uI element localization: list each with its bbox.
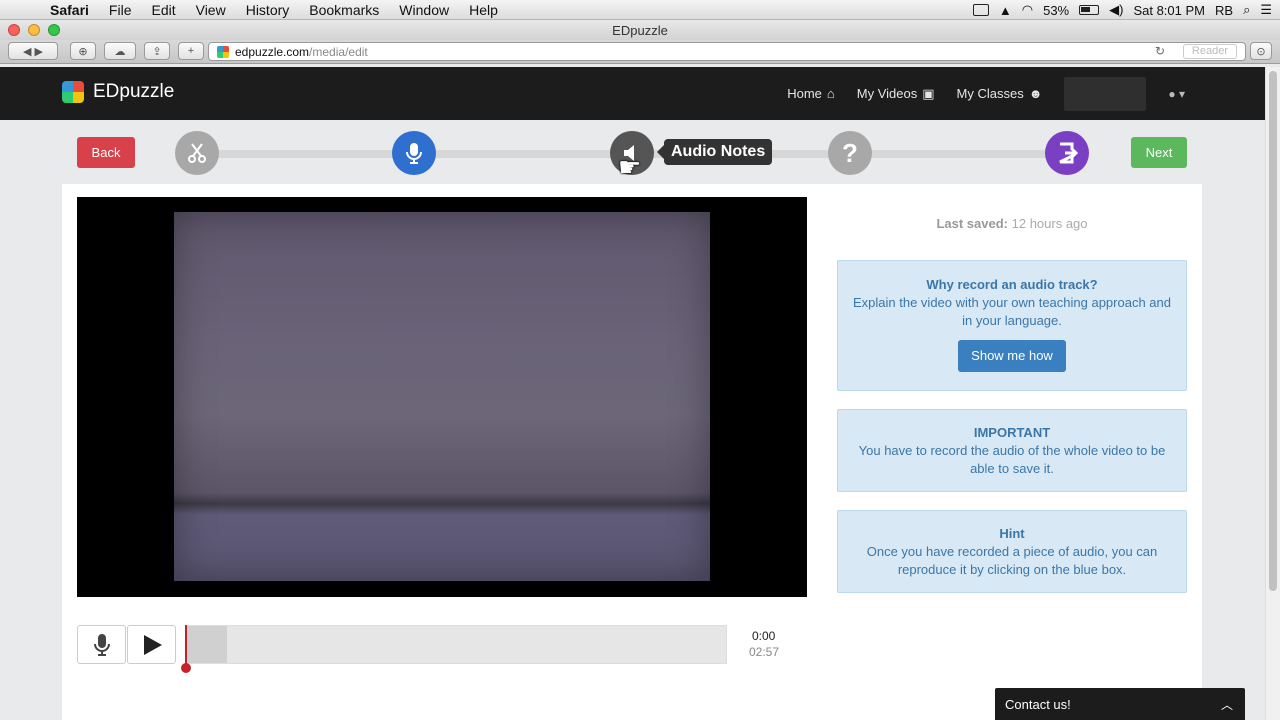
menu-history[interactable]: History <box>236 2 300 18</box>
exit-icon <box>1059 142 1079 164</box>
sidebar-icon[interactable]: ⊕ <box>70 42 96 60</box>
menu-bookmarks[interactable]: Bookmarks <box>299 2 389 18</box>
info-box-hint: Hint Once you have recorded a piece of a… <box>837 510 1187 593</box>
info-title: Why record an audio track? <box>926 277 1098 292</box>
browser-toolbar: ◀ ▶ ⊕ ☁ ⇪ + edpuzzle.com/media/edit ↻ Re… <box>0 40 1280 64</box>
info-title: IMPORTANT <box>973 425 1051 440</box>
close-window-button[interactable] <box>8 24 20 36</box>
total-time: 02:57 <box>749 645 780 659</box>
address-bar[interactable]: edpuzzle.com/media/edit ↻ Reader <box>208 42 1246 61</box>
question-icon: ? <box>842 137 858 168</box>
info-box-why-record: Why record an audio track? Explain the v… <box>837 260 1187 391</box>
microphone-icon <box>406 143 422 164</box>
step-voiceover[interactable] <box>392 131 436 175</box>
last-saved-value: 12 hours ago <box>1011 216 1088 231</box>
menu-edit[interactable]: Edit <box>141 2 185 18</box>
drive-icon[interactable]: ▲ <box>999 3 1012 18</box>
menu-safari[interactable]: Safari <box>40 2 99 18</box>
reload-icon[interactable]: ↻ <box>1155 44 1165 58</box>
back-forward-buttons[interactable]: ◀ ▶ <box>8 42 58 60</box>
zoom-window-button[interactable] <box>48 24 60 36</box>
url-path: /media/edit <box>309 44 368 59</box>
battery-percent[interactable]: 53% <box>1043 3 1069 18</box>
step-quiz[interactable]: ? <box>828 131 872 175</box>
menu-help[interactable]: Help <box>459 2 508 18</box>
puzzle-logo-icon <box>62 81 84 103</box>
next-button[interactable]: Next <box>1131 137 1187 168</box>
scrollbar-thumb[interactable] <box>1269 71 1277 591</box>
site-favicon-icon <box>217 45 229 58</box>
contact-us-widget[interactable]: Contact us! ︿ <box>995 688 1245 720</box>
playhead[interactable] <box>185 625 187 665</box>
step-cut[interactable] <box>175 131 219 175</box>
nav-my-videos-label: My Videos <box>856 86 918 101</box>
back-button[interactable]: Back <box>77 137 135 168</box>
clock[interactable]: Sat 8:01 PM <box>1133 3 1205 18</box>
play-icon <box>143 634 162 655</box>
video-frame <box>174 212 710 581</box>
last-saved: Last saved: 12 hours ago <box>837 216 1187 231</box>
chevron-up-icon: ︿ <box>1220 698 1233 712</box>
menu-view[interactable]: View <box>186 2 236 18</box>
hand-cursor-icon: ☛ <box>618 152 642 182</box>
record-button[interactable] <box>77 625 126 664</box>
scissors-icon <box>188 143 206 163</box>
window-title: EDpuzzle <box>612 22 668 38</box>
current-time: 0:00 <box>752 629 776 643</box>
brand-logo[interactable]: EDpuzzle <box>62 81 174 103</box>
contact-label: Contact us! <box>1005 696 1071 712</box>
video-icon: ▣ <box>922 85 935 101</box>
nav-home-label: Home <box>787 86 822 101</box>
recorded-segment[interactable] <box>187 626 227 663</box>
nav-my-videos[interactable]: My Videos ▣ <box>857 86 935 102</box>
nav-home[interactable]: Home ⌂ <box>787 86 835 101</box>
info-body: Once you have recorded a piece of audio,… <box>866 544 1158 577</box>
info-body: You have to record the audio of the whol… <box>858 443 1166 476</box>
new-tab-icon[interactable]: + <box>178 42 204 60</box>
user-name-redacted[interactable] <box>1064 76 1147 111</box>
macos-menubar: Safari File Edit View History Bookmarks … <box>0 0 1280 20</box>
step-tooltip: Audio Notes <box>656 139 773 165</box>
minimize-window-button[interactable] <box>28 24 40 36</box>
info-body: Explain the video with your own teaching… <box>853 295 1171 328</box>
page-scrollbar[interactable] <box>1265 67 1280 720</box>
share-icon[interactable]: ⇪ <box>144 42 170 60</box>
window-titlebar: EDpuzzle <box>0 20 1280 40</box>
info-title: Hint <box>999 526 1025 541</box>
play-button[interactable] <box>127 625 176 664</box>
home-icon: ⌂ <box>826 86 835 101</box>
spotlight-icon[interactable]: ⌕ <box>1243 2 1250 18</box>
volume-icon[interactable]: ◀) <box>1109 2 1123 18</box>
facetime-icon[interactable] <box>972 4 989 16</box>
wifi-icon[interactable]: ◠ <box>1022 2 1033 18</box>
microphone-icon <box>93 633 110 656</box>
step-finish[interactable] <box>1045 131 1089 175</box>
brand-name: EDpuzzle <box>93 81 175 102</box>
playhead-handle[interactable] <box>181 663 191 673</box>
app-navbar: EDpuzzle Home ⌂ My Videos ▣ My Classes ☻ ● … <box>0 67 1265 120</box>
nav-links: Home ⌂ My Videos ▣ My Classes ☻ ● ▾ <box>787 67 1185 120</box>
show-me-how-button[interactable]: Show me how <box>958 340 1066 372</box>
user-initials[interactable]: RB <box>1215 3 1233 18</box>
window-controls <box>8 24 60 36</box>
nav-my-classes[interactable]: My Classes ☻ <box>957 86 1043 101</box>
notification-center-icon[interactable]: ☰ <box>1260 2 1272 18</box>
menu-window[interactable]: Window <box>389 2 459 18</box>
icloud-tabs-icon[interactable]: ☁ <box>104 42 136 60</box>
info-box-important: IMPORTANT You have to record the audio o… <box>837 409 1187 492</box>
last-saved-label: Last saved: <box>936 216 1008 231</box>
users-icon: ☻ <box>1028 86 1043 101</box>
nav-my-classes-label: My Classes <box>956 86 1024 101</box>
user-menu-icon[interactable]: ● ▾ <box>1168 87 1185 101</box>
reader-button[interactable]: Reader <box>1182 44 1237 59</box>
url-host: edpuzzle.com <box>235 44 310 59</box>
menubar-tray: ▲ ◠ 53% ◀) Sat 8:01 PM RB ⌕ ☰ <box>972 0 1272 20</box>
battery-icon[interactable] <box>1079 5 1100 15</box>
menu-file[interactable]: File <box>99 2 142 18</box>
downloads-icon[interactable]: ⊙ <box>1250 42 1272 60</box>
audio-timeline[interactable] <box>186 625 727 664</box>
